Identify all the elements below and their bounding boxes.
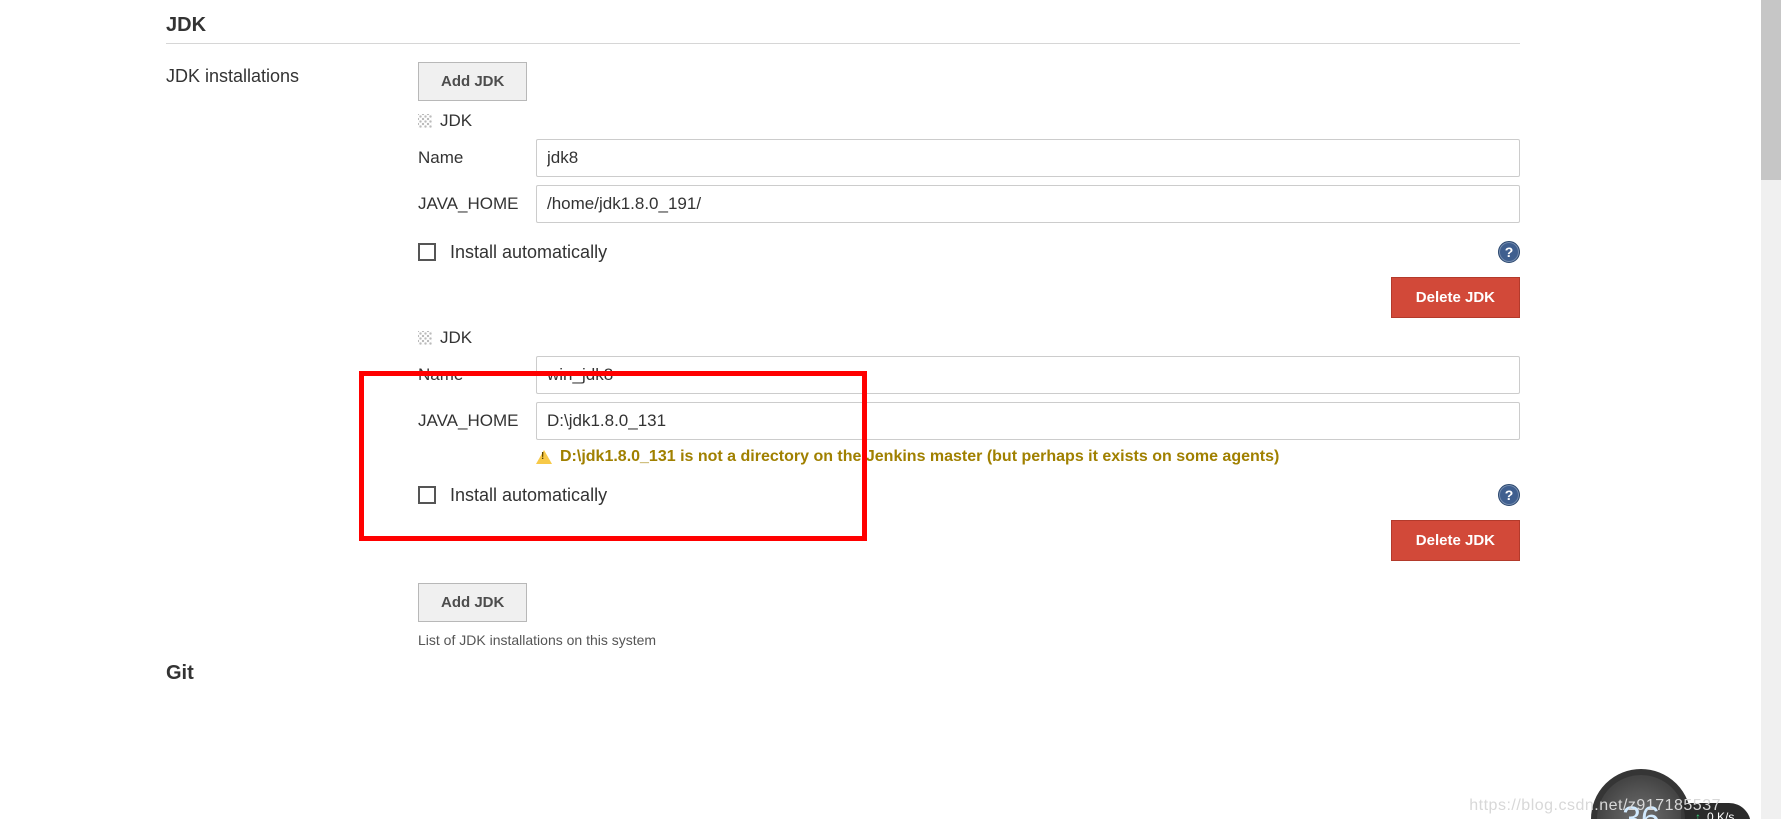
- tool-header: JDK: [418, 328, 1520, 348]
- jdk-tool-block: JDK Name JAVA_HOME: [418, 111, 1520, 318]
- name-label: Name: [418, 148, 536, 168]
- add-jdk-button-top[interactable]: Add JDK: [418, 62, 527, 101]
- tool-title: JDK: [440, 328, 472, 348]
- delete-jdk-button[interactable]: Delete JDK: [1391, 277, 1520, 318]
- network-widget: ↑0 K/s ↓0 K/s 36: [1591, 769, 1751, 819]
- watermark-text: https://blog.csdn.net/z917185537: [1469, 797, 1721, 815]
- network-widget-gauge: 36: [1591, 769, 1691, 819]
- jdk-installations-body: Add JDK JDK Name JAVA_HOME: [418, 62, 1520, 648]
- name-field-row: Name: [418, 139, 1520, 177]
- install-auto-row: Install automatically ?: [418, 484, 1520, 506]
- section-git: Git: [166, 648, 1520, 685]
- tool-header: JDK: [418, 111, 1520, 131]
- section-heading-git: Git: [166, 648, 1520, 685]
- help-icon[interactable]: ?: [1498, 241, 1520, 263]
- install-auto-label[interactable]: Install automatically: [450, 485, 607, 506]
- install-auto-checkbox[interactable]: [418, 486, 436, 504]
- scroll-thumb[interactable]: [1761, 0, 1781, 180]
- javahome-field-row: JAVA_HOME: [418, 402, 1520, 440]
- name-field-row: Name: [418, 356, 1520, 394]
- jdk-home-input[interactable]: [536, 402, 1520, 440]
- section-heading-jdk: JDK: [166, 0, 1520, 44]
- delete-jdk-button[interactable]: Delete JDK: [1391, 520, 1520, 561]
- jdk-installations-row: JDK installations Add JDK JDK Name: [166, 44, 1520, 648]
- upload-rate: 0 K/s: [1707, 810, 1734, 819]
- jdk-home-input[interactable]: [536, 185, 1520, 223]
- help-icon[interactable]: ?: [1498, 484, 1520, 506]
- drag-handle-icon[interactable]: [418, 331, 432, 345]
- install-auto-row: Install automatically ?: [418, 241, 1520, 263]
- jdk-name-input[interactable]: [536, 356, 1520, 394]
- jdk-installations-label: JDK installations: [166, 62, 418, 87]
- javahome-label: JAVA_HOME: [418, 194, 536, 214]
- jdk-help-text: List of JDK installations on this system: [418, 632, 1520, 648]
- warning-row: D:\jdk1.8.0_131 is not a directory on th…: [536, 448, 1520, 466]
- section-jdk: JDK JDK installations Add JDK JDK Name: [166, 0, 1520, 648]
- warning-icon: [536, 450, 552, 464]
- install-auto-checkbox[interactable]: [418, 243, 436, 261]
- warning-text: D:\jdk1.8.0_131 is not a directory on th…: [560, 448, 1279, 466]
- drag-handle-icon[interactable]: [418, 114, 432, 128]
- jdk-tool-block: JDK Name JAVA_HOME: [418, 328, 1520, 561]
- tool-title: JDK: [440, 111, 472, 131]
- javahome-field-row: JAVA_HOME: [418, 185, 1520, 223]
- name-label: Name: [418, 365, 536, 385]
- network-widget-rates: ↑0 K/s ↓0 K/s: [1681, 803, 1751, 819]
- add-jdk-button-bottom[interactable]: Add JDK: [418, 583, 527, 622]
- javahome-label: JAVA_HOME: [418, 411, 536, 431]
- install-auto-label[interactable]: Install automatically: [450, 242, 607, 263]
- upload-arrow-icon: ↑: [1695, 810, 1701, 819]
- jdk-name-input[interactable]: [536, 139, 1520, 177]
- vertical-scrollbar[interactable]: [1761, 0, 1781, 819]
- gauge-value: 36: [1622, 800, 1660, 819]
